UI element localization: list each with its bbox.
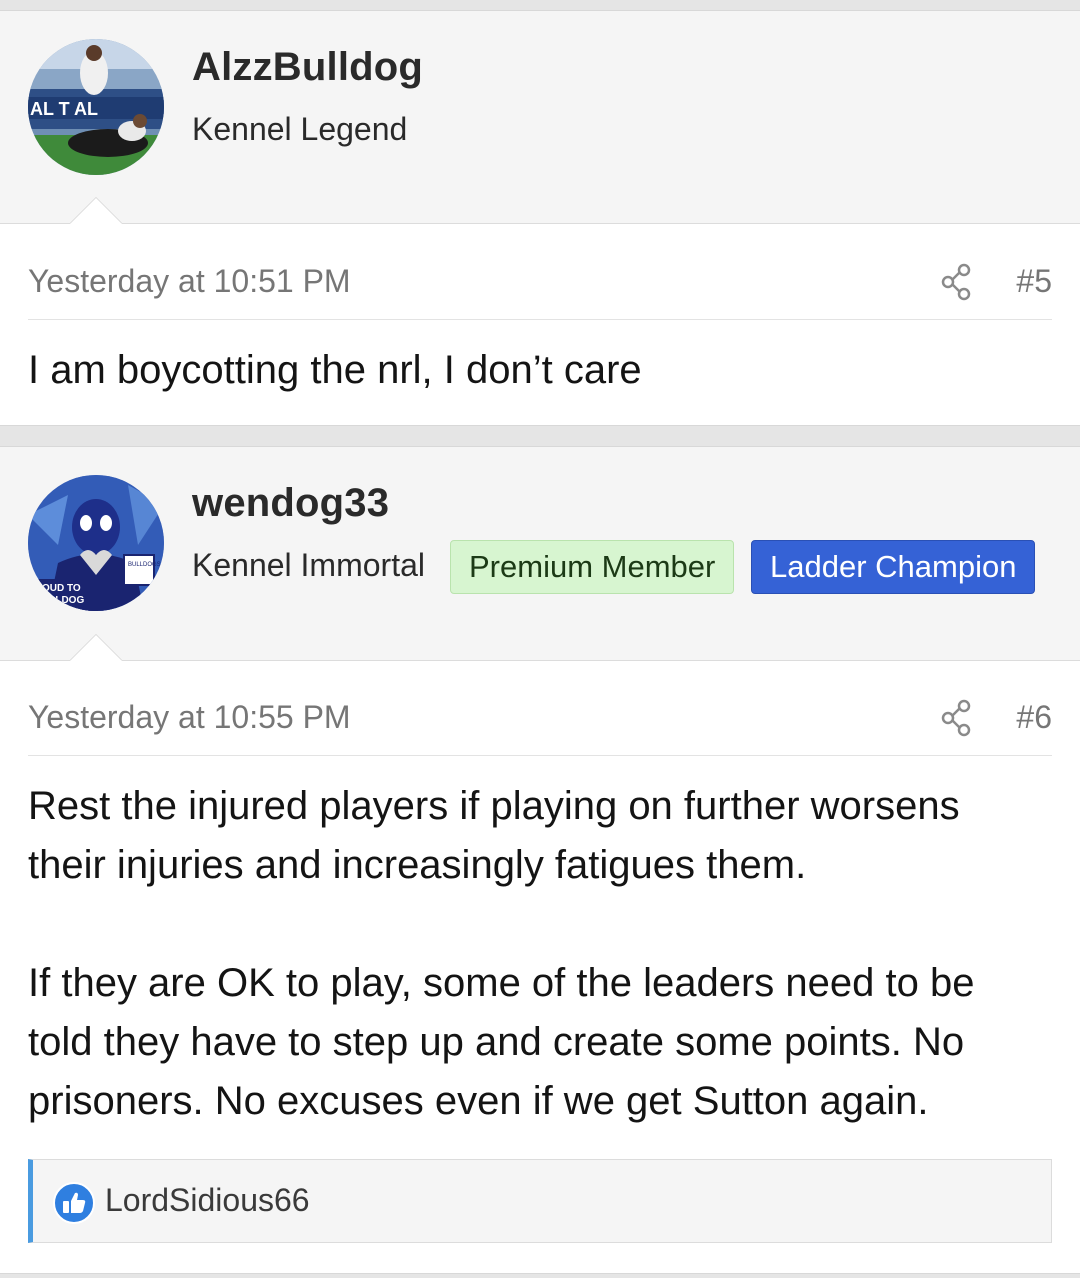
user-info-block: AL T AL AlzzBulldog Kennel Legend: [0, 11, 1080, 224]
message-paragraph: I am boycotting the nrl, I don’t care: [28, 348, 642, 392]
svg-text:ULLDOG: ULLDOG: [42, 595, 84, 606]
post: BULLDOGS OUD TO ULLDOG wendog33 Kennel I…: [0, 446, 1080, 1274]
share-icon[interactable]: [940, 699, 974, 737]
avatar-image: AL T AL: [28, 39, 164, 175]
reactions-bar[interactable]: LordSidious66: [28, 1159, 1052, 1243]
user-info-block: BULLDOGS OUD TO ULLDOG wendog33 Kennel I…: [0, 447, 1080, 661]
post-date[interactable]: Yesterday at 10:55 PM: [28, 699, 351, 736]
ladder-champion-badge: Ladder Champion: [751, 540, 1036, 594]
svg-text:AL T AL: AL T AL: [30, 99, 98, 119]
share-icon[interactable]: [940, 263, 974, 301]
post: AL T AL AlzzBulldog Kennel Legend Yester…: [0, 10, 1080, 426]
user-title: Kennel Legend: [192, 111, 408, 147]
post-meta: Yesterday at 10:55 PM #6: [28, 669, 1052, 756]
message-paragraph: If they are OK to play, some of the lead…: [28, 961, 975, 1123]
thumbs-up-icon: [53, 1182, 95, 1224]
post-message: I am boycotting the nrl, I don’t care: [28, 341, 1038, 400]
message-paragraph: Rest the injured players if playing on f…: [28, 784, 960, 887]
svg-text:OUD TO: OUD TO: [42, 583, 81, 594]
username[interactable]: AlzzBulldog: [192, 45, 423, 90]
username[interactable]: wendog33: [192, 481, 389, 526]
post-number-link[interactable]: #6: [1016, 699, 1052, 736]
user-title: Kennel Immortal: [192, 547, 425, 583]
post-date[interactable]: Yesterday at 10:51 PM: [28, 263, 351, 300]
avatar[interactable]: BULLDOGS OUD TO ULLDOG: [28, 475, 164, 611]
svg-text:BULLDOGS: BULLDOGS: [128, 562, 161, 568]
reaction-users-link[interactable]: LordSidious66: [105, 1182, 310, 1219]
post-meta: Yesterday at 10:51 PM #5: [28, 233, 1052, 320]
premium-member-badge: Premium Member: [450, 540, 735, 594]
post-message: Rest the injured players if playing on f…: [28, 777, 1038, 1131]
avatar[interactable]: AL T AL: [28, 39, 164, 175]
post-number-link[interactable]: #5: [1016, 263, 1052, 300]
avatar-image: BULLDOGS OUD TO ULLDOG: [28, 475, 164, 611]
